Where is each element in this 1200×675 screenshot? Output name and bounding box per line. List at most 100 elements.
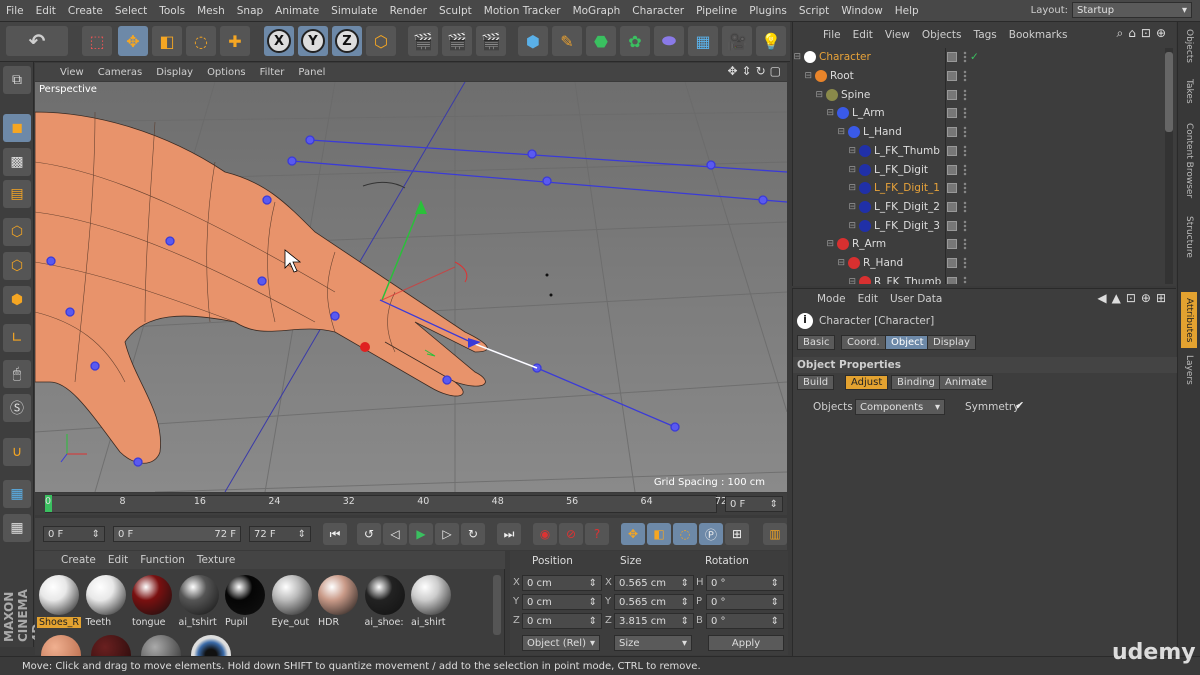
material-item[interactable]: Pupil [223,573,267,629]
rotate-tool-button[interactable]: ◌ [186,26,216,56]
layer-tag-icon[interactable] [947,239,957,250]
tree-expand-icon[interactable]: ⊟ [793,165,856,175]
layer-tag-icon[interactable] [947,127,957,138]
object-row[interactable]: ⊟ R_Hand [793,254,1165,273]
keyframe-selection-button[interactable]: ? [585,523,609,545]
menu-plugins[interactable]: Plugins [743,5,793,17]
tab-content-browser[interactable]: Content Browser [1181,114,1197,208]
layer-tag-icon[interactable] [947,201,957,212]
axis-mode-button[interactable]: ∟ [3,324,31,352]
play-button[interactable]: ▶ [409,523,433,545]
menu-file[interactable]: File [0,5,30,17]
menu-render[interactable]: Render [384,5,433,17]
tree-expand-icon[interactable]: ⊟ [793,239,834,249]
go-to-end-button[interactable]: ⏭ [497,523,521,545]
object-row[interactable]: ⊟ L_FK_Digit [793,160,1165,179]
material-menu-edit[interactable]: Edit [102,554,134,566]
orbit-icon[interactable]: ↻ [756,64,766,78]
viewport-menu-panel[interactable]: Panel [291,67,332,78]
move-tool-button[interactable]: ✥ [118,26,148,56]
menu-select[interactable]: Select [109,5,153,17]
current-frame-field[interactable]: 0 F ⇕ [725,496,783,512]
visibility-dots-icon[interactable] [963,144,967,157]
object-menu-file[interactable]: File [817,29,847,41]
symmetry-checkbox[interactable]: ✔ [1015,399,1024,412]
menu-pipeline[interactable]: Pipeline [690,5,743,17]
model-mode-button[interactable]: ◼ [3,114,31,142]
home-icon[interactable]: ⌂ [1128,26,1136,41]
material-item[interactable]: ai_tshirt [177,573,221,629]
polygons-mode-button[interactable]: ⬢ [3,286,31,314]
visibility-dots-icon[interactable] [963,51,967,64]
subtab-animate[interactable]: Animate [939,375,993,390]
coordinate-mode-dropdown[interactable]: Object (Rel) ▾ [522,635,600,651]
object-menu-edit[interactable]: Edit [847,29,879,41]
object-scrollbar[interactable] [1165,48,1173,284]
menu-create[interactable]: Create [62,5,109,17]
visibility-dots-icon[interactable] [963,163,967,176]
visibility-dots-icon[interactable] [963,219,967,232]
key-parameter-button[interactable]: Ⓟ [699,523,723,545]
layer-tag-icon[interactable] [947,164,957,175]
maximize-icon[interactable]: ▢ [770,64,781,78]
size-mode-dropdown[interactable]: Size ▾ [614,635,692,651]
apply-button[interactable]: Apply [708,635,784,651]
x-axis-button[interactable]: X [264,26,294,56]
undo-button[interactable]: ↶ [6,26,68,56]
settings-icon[interactable]: ⊕ [1141,291,1151,305]
visibility-dots-icon[interactable] [963,257,967,270]
z-axis-button[interactable]: Z [332,26,362,56]
tree-expand-icon[interactable]: ⊟ [793,202,856,212]
floor-button[interactable]: ▦ [688,26,718,56]
prev-key-button[interactable]: ↺ [357,523,381,545]
camera-button[interactable]: 🎥 [722,26,752,56]
prev-frame-button[interactable]: ◁ [383,523,407,545]
render-view-button[interactable]: 🎬 [408,26,438,56]
lock-workplane-button[interactable]: ▦ [3,514,31,542]
cloner-button[interactable]: ✿ [620,26,650,56]
key-position-button[interactable]: ✥ [621,523,645,545]
object-row[interactable]: ⊟ L_Arm [793,104,1165,123]
tree-expand-icon[interactable]: ⊟ [793,146,856,156]
visibility-dots-icon[interactable] [963,275,967,284]
tree-expand-icon[interactable]: ⊟ [793,52,801,62]
menu-edit[interactable]: Edit [30,5,62,17]
frame-range-slider[interactable]: 0 F 72 F [113,526,241,542]
settings-icon[interactable]: ⊕ [1156,26,1166,41]
material-item[interactable]: Eye_out [270,573,314,629]
autokey-button[interactable]: ⊘ [559,523,583,545]
viewport-menu-view[interactable]: View [53,67,91,78]
scale-tool-button[interactable]: ◧ [152,26,182,56]
key-rotation-button[interactable]: ◌ [673,523,697,545]
tree-expand-icon[interactable]: ⊟ [793,90,823,100]
dolly-icon[interactable]: ⇕ [742,64,752,78]
object-row[interactable]: ⊟ Spine [793,85,1165,104]
recent-tool-button[interactable]: ✚ [220,26,250,56]
viewport-menu-display[interactable]: Display [149,67,200,78]
back-arrow-icon[interactable]: ◀ [1097,291,1106,305]
object-row[interactable]: ⊟ L_FK_Thumb [793,142,1165,161]
menu-script[interactable]: Script [793,5,835,17]
rotation-b-field[interactable]: 0 ° ⇕ [706,613,784,629]
tab-coord[interactable]: Coord. [841,335,886,350]
visibility-dots-icon[interactable] [963,126,967,139]
tab-object[interactable]: Object [885,335,930,350]
tree-expand-icon[interactable]: ⊟ [793,258,845,268]
end-frame-field[interactable]: 72 F ⇕ [249,526,311,542]
viewport-menu-cameras[interactable]: Cameras [91,67,149,78]
material-menu-function[interactable]: Function [134,554,191,566]
attribute-menu-user-data[interactable]: User Data [890,293,942,305]
attribute-menu-edit[interactable]: Edit [858,293,878,305]
menu-character[interactable]: Character [626,5,690,17]
rotation-h-field[interactable]: 0 ° ⇕ [706,575,784,591]
start-frame-field[interactable]: 0 F ⇕ [43,526,105,542]
viewport-menu-options[interactable]: Options [200,67,253,78]
material-item[interactable]: ai_shirt [409,573,453,629]
material-item[interactable]: Teeth [84,573,128,629]
menu-help[interactable]: Help [889,5,925,17]
menu-window[interactable]: Window [835,5,888,17]
layer-tag-icon[interactable] [947,220,957,231]
menu-motion-tracker[interactable]: Motion Tracker [478,5,567,17]
menu-snap[interactable]: Snap [231,5,269,17]
key-pla-button[interactable]: ⊞ [725,523,749,545]
